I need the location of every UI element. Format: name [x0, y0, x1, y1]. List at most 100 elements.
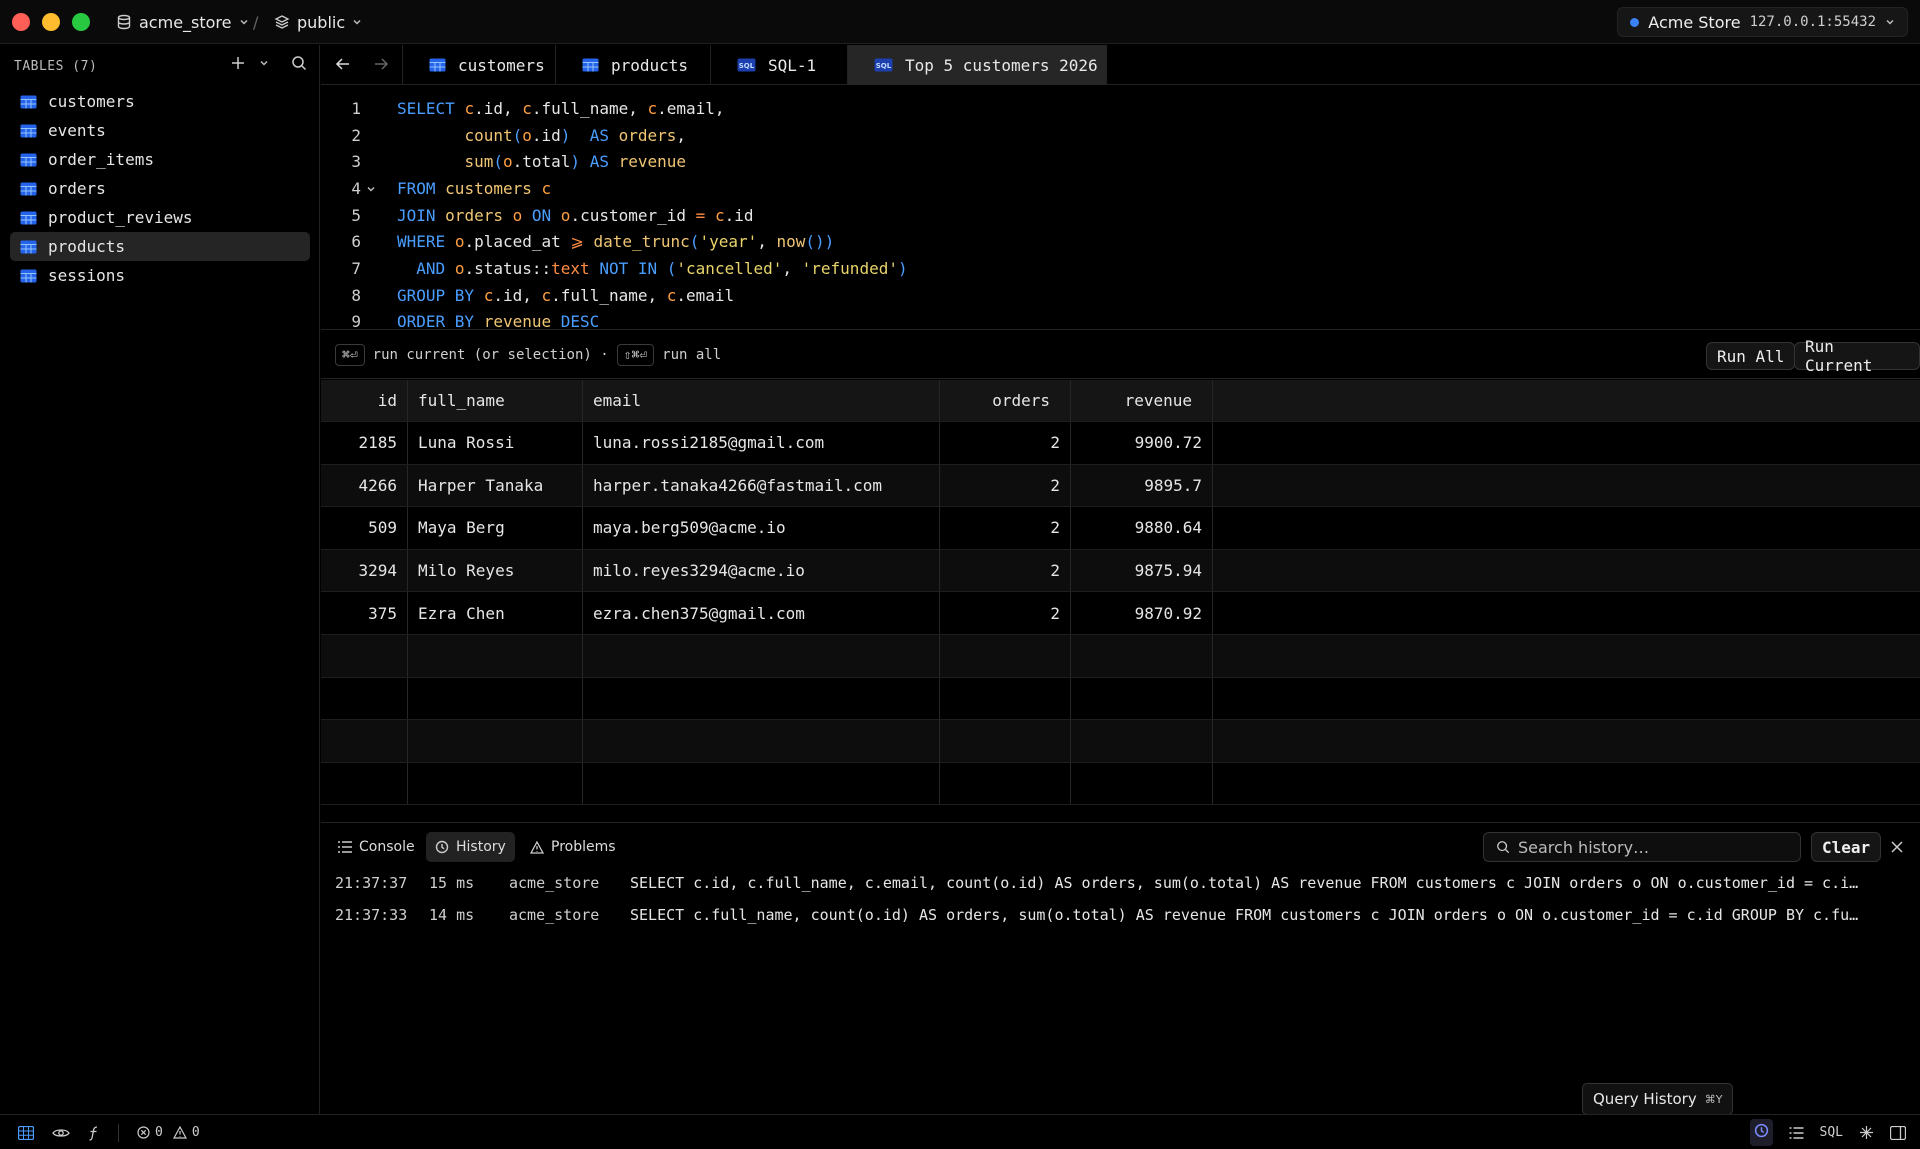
cell-orders: 2 [940, 592, 1071, 634]
history-entry[interactable]: 21:37:37 15 ms acme_store SELECT c.id, c… [335, 868, 1860, 898]
chevron-down-icon [239, 19, 248, 25]
tab-history[interactable]: History [426, 832, 515, 862]
cell-orders: 2 [940, 507, 1071, 549]
cell-id: 375 [321, 592, 408, 634]
sidebar-item-customers[interactable]: customers [10, 87, 310, 116]
grid-icon[interactable] [18, 1125, 34, 1140]
sidebar: TABLES (7) customers events order_items … [0, 45, 320, 1114]
cell-full-name: Ezra Chen [408, 592, 583, 634]
sidebar-item-events[interactable]: events [10, 116, 310, 145]
tab-top-5-customers-2026[interactable]: SQL Top 5 customers 2026 [848, 45, 1107, 85]
empty-row [321, 720, 1920, 763]
shortcut-run-current: ⌘⏎ [335, 344, 365, 366]
database-selector[interactable]: acme_store [116, 0, 249, 44]
tab-label: SQL-1 [768, 55, 817, 75]
cell-orders: 2 [940, 422, 1071, 464]
table-row[interactable]: 4266 Harper Tanaka harper.tanaka4266@fas… [321, 464, 1920, 508]
empty-row [321, 677, 1920, 721]
error-icon [137, 1126, 150, 1139]
run-toolbar: ⌘⏎ run current (or selection) · ⇧⌘⏎ run … [321, 331, 1920, 379]
column-header-orders[interactable]: orders [940, 380, 1071, 421]
cell-email: milo.reyes3294@acme.io [583, 549, 940, 592]
table-row[interactable]: 3294 Milo Reyes milo.reyes3294@acme.io 2… [321, 549, 1920, 593]
table-icon [20, 153, 37, 166]
tab-label: History [456, 839, 506, 855]
schema-selector[interactable]: public [274, 0, 362, 44]
tab-label: Top 5 customers 2026 [905, 55, 1098, 75]
column-header-revenue[interactable]: revenue [1071, 380, 1213, 421]
sidebar-item-order-items[interactable]: order_items [10, 145, 310, 174]
history-time: 21:37:37 [335, 874, 408, 892]
query-history-label: Query History [1593, 1090, 1697, 1108]
minimize-window-button[interactable] [42, 13, 60, 31]
line-number: 2 [351, 125, 361, 145]
history-toggle[interactable] [1749, 1119, 1773, 1146]
tab-products[interactable]: products [556, 45, 711, 85]
list-icon[interactable] [1789, 1126, 1804, 1139]
cell-full-name: Harper Tanaka [408, 464, 583, 507]
sidebar-item-label: sessions [48, 266, 126, 285]
warning-icon [172, 1126, 187, 1139]
cell-email: maya.berg509@acme.io [583, 507, 940, 549]
history-search-input[interactable]: Search history… [1483, 832, 1801, 862]
run-all-button[interactable]: Run All [1706, 342, 1796, 370]
hint-run-all: run all [662, 347, 722, 363]
fold-chevron-icon[interactable] [366, 184, 376, 194]
history-entry[interactable]: 21:37:33 14 ms acme_store SELECT c.full_… [335, 900, 1860, 930]
table-row[interactable]: 375 Ezra Chen ezra.chen375@gmail.com 2 9… [321, 592, 1920, 635]
close-window-button[interactable] [12, 13, 30, 31]
forward-arrow-icon[interactable] [373, 56, 389, 72]
tab-problems[interactable]: Problems [521, 832, 625, 862]
sidebar-item-label: order_items [48, 150, 154, 169]
connection-selector[interactable]: Acme Store 127.0.0.1:55432 [1617, 7, 1908, 37]
connection-host: 127.0.0.1:55432 [1749, 14, 1876, 30]
table-icon [429, 58, 446, 72]
line-number: 5 [351, 205, 361, 225]
back-arrow-icon[interactable] [335, 56, 351, 72]
column-header-email[interactable]: email [583, 380, 940, 421]
line-number: 1 [351, 98, 361, 118]
column-header-full-name[interactable]: full_name [408, 380, 583, 421]
sql-editor[interactable]: 1 SELECT c.id, c.full_name, c.email, 2 c… [321, 86, 1920, 330]
maximize-window-button[interactable] [72, 13, 90, 31]
sidebar-toggle-icon[interactable] [1890, 1125, 1906, 1140]
sidebar-item-label: product_reviews [48, 208, 193, 227]
table-icon [20, 240, 37, 253]
status-bar: 0 0 SQL [0, 1114, 1920, 1149]
line-number: 6 [351, 232, 361, 252]
cell-full-name: Luna Rossi [408, 422, 583, 464]
close-panel-icon[interactable] [1891, 841, 1903, 853]
search-icon[interactable] [291, 55, 307, 71]
chevron-down-icon[interactable] [259, 58, 269, 68]
sidebar-item-label: events [48, 121, 106, 140]
sidebar-item-orders[interactable]: orders [10, 174, 310, 203]
column-header-id[interactable]: id [321, 380, 408, 421]
error-count[interactable]: 0 [137, 1125, 163, 1140]
sidebar-item-sessions[interactable]: sessions [10, 261, 310, 290]
tab-customers[interactable]: customers [402, 45, 556, 85]
tab-sql-1[interactable]: SQL SQL-1 [711, 45, 848, 85]
connection-name: Acme Store [1648, 12, 1741, 32]
table-icon [582, 58, 599, 72]
tables-header: TABLES (7) [14, 59, 98, 74]
add-icon[interactable] [231, 56, 245, 70]
sql-mode-button[interactable]: SQL [1820, 1125, 1843, 1140]
eye-icon[interactable] [52, 1127, 70, 1139]
hint-run-current: run current (or selection) · [372, 347, 609, 363]
query-history-button[interactable]: Query History ⌘Y [1582, 1083, 1734, 1115]
function-icon[interactable] [88, 1125, 100, 1141]
breadcrumb-separator: / [253, 12, 259, 32]
sidebar-item-label: orders [48, 179, 106, 198]
sidebar-item-product-reviews[interactable]: product_reviews [10, 203, 310, 232]
run-current-button[interactable]: Run Current [1794, 337, 1920, 375]
warning-count-value: 0 [191, 1125, 200, 1140]
sparkle-icon[interactable] [1859, 1125, 1874, 1140]
sidebar-item-products[interactable]: products [10, 232, 310, 261]
table-row[interactable]: 2185 Luna Rossi luna.rossi2185@gmail.com… [321, 422, 1920, 465]
table-row[interactable]: 509 Maya Berg maya.berg509@acme.io 2 988… [321, 507, 1920, 550]
tab-console[interactable]: Console [329, 832, 424, 862]
tab-label: Problems [551, 839, 616, 855]
clear-history-button[interactable]: Clear [1811, 832, 1882, 862]
warning-count[interactable]: 0 [172, 1125, 200, 1140]
cell-id: 2185 [321, 422, 408, 464]
